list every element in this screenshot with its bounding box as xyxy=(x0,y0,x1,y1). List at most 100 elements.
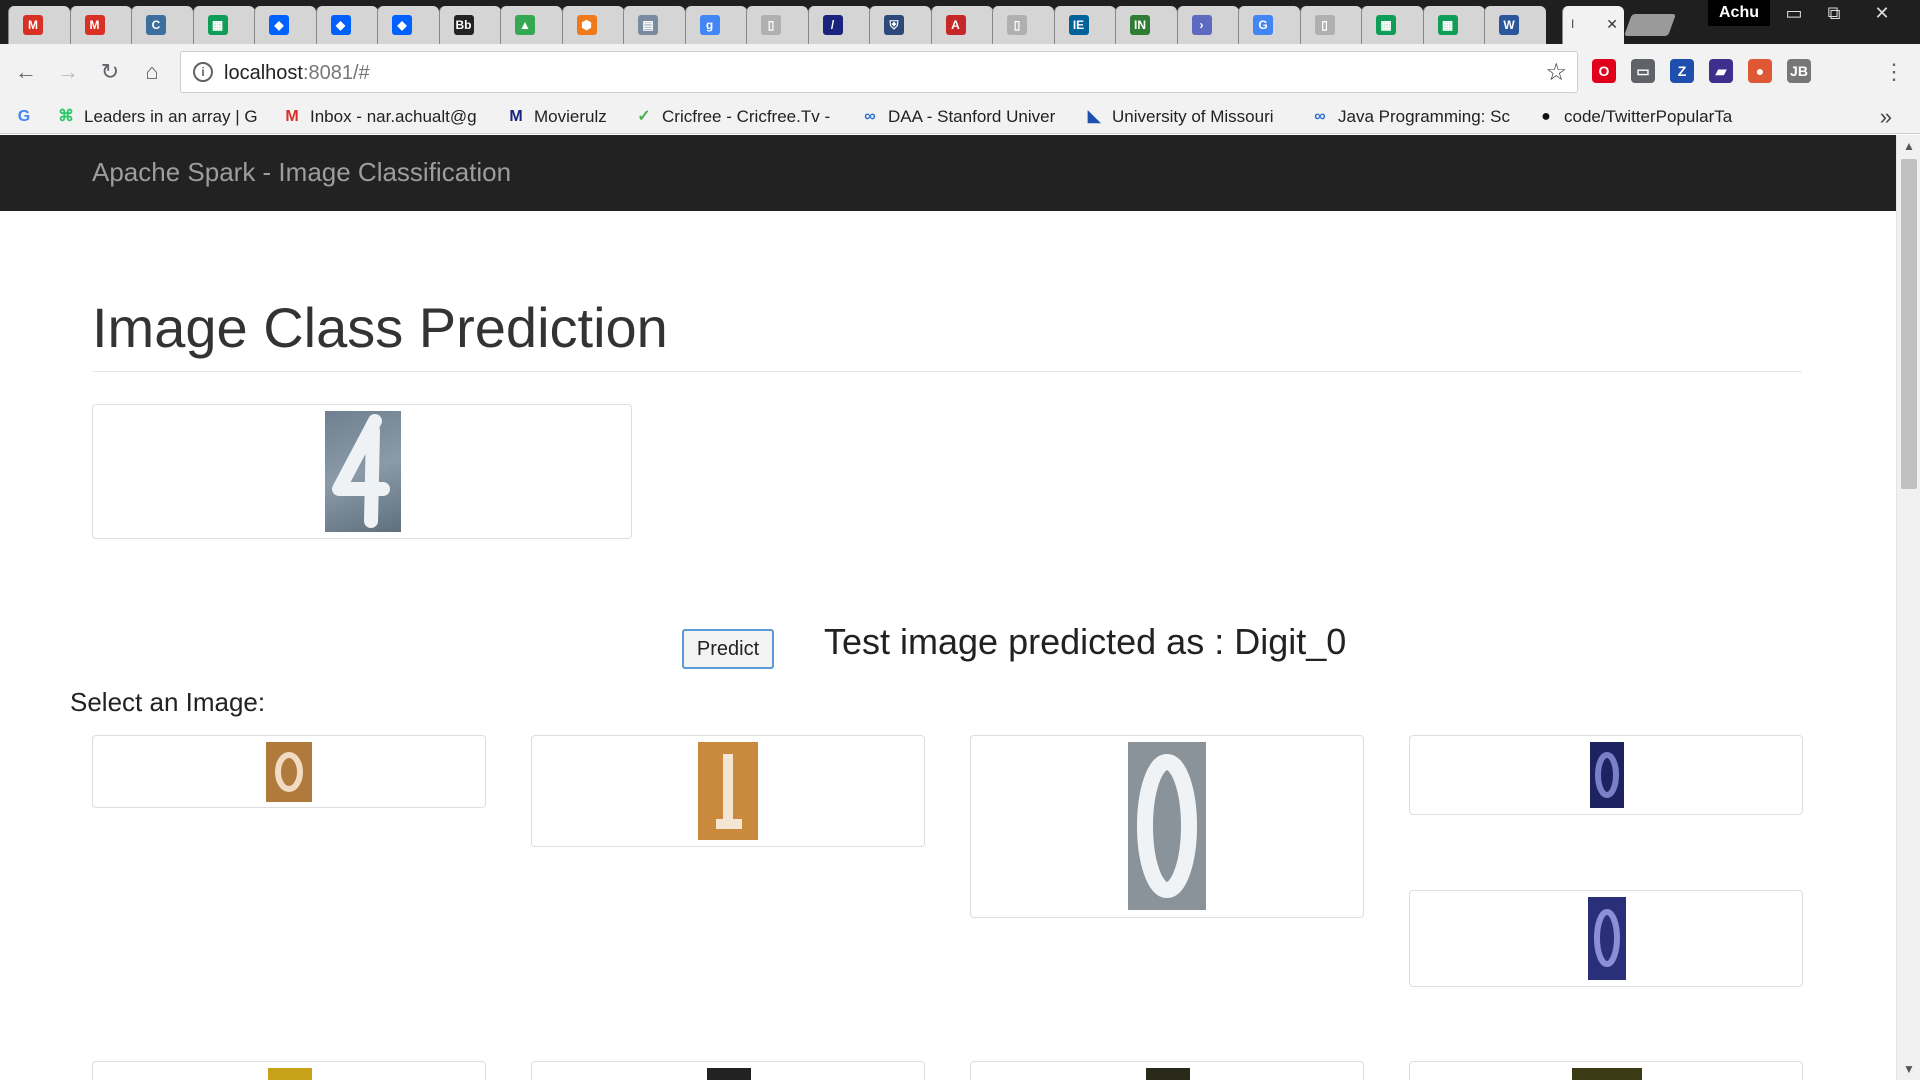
browser-tab[interactable]: ◆ xyxy=(315,6,378,44)
cast-icon[interactable]: ▭ xyxy=(1631,59,1655,83)
browser-tab[interactable]: › xyxy=(1176,6,1239,44)
browser-tab[interactable]: ▯ xyxy=(746,6,808,44)
browser-tab[interactable]: ▦ xyxy=(1422,6,1485,44)
image-option-1[interactable] xyxy=(92,735,486,808)
image-option-7[interactable] xyxy=(531,1061,925,1080)
browser-tab[interactable]: A xyxy=(930,6,993,44)
shield-icon: ⛨ xyxy=(884,15,904,35)
forward-icon[interactable]: → xyxy=(54,58,82,86)
browser-tab[interactable]: ▦ xyxy=(192,6,255,44)
github-icon: ● xyxy=(1541,108,1551,125)
browser-tab[interactable]: M xyxy=(69,6,132,44)
browser-tab[interactable]: ◆ xyxy=(254,6,316,44)
browser-toolbar: ← → ↻ ⌂ i localhost:8081/# ☆ O ▭ Z ▰ ● JB ⋮ xyxy=(0,44,1920,100)
thumbnail-image xyxy=(698,742,758,840)
bookmark-item[interactable]: ● code/TwitterPopularTa xyxy=(1536,100,1751,134)
blank-page-icon: ▯ xyxy=(1314,15,1335,35)
dropbox-icon: ◆ xyxy=(392,15,412,35)
bookmark-item[interactable]: ✓ Cricfree - Cricfree.Tv - xyxy=(634,100,844,134)
image-option-8[interactable] xyxy=(970,1061,1364,1080)
sheets-icon: ▦ xyxy=(1437,15,1458,35)
browser-tab[interactable]: / xyxy=(807,6,870,44)
image-option-9[interactable] xyxy=(1409,1061,1803,1080)
browser-tab[interactable]: ◆ xyxy=(377,6,439,44)
opera-icon[interactable]: O xyxy=(1592,59,1616,83)
blank-page-icon: ▯ xyxy=(761,15,781,35)
thumbnail-image xyxy=(1588,897,1626,980)
reload-icon[interactable]: ↻ xyxy=(96,58,124,86)
browser-tab[interactable]: M xyxy=(8,6,70,44)
ieee-icon: IE xyxy=(1068,15,1089,35)
university-icon: ◣ xyxy=(1087,108,1101,125)
browser-tab[interactable]: ▯ xyxy=(1299,6,1362,44)
image-option-3[interactable] xyxy=(970,735,1364,918)
browser-tab[interactable]: ⛨ xyxy=(869,6,931,44)
site-info-icon[interactable]: i xyxy=(193,62,213,82)
coursera-icon: ∞ xyxy=(864,108,876,125)
dropbox-icon: ◆ xyxy=(330,15,351,35)
bookmark-label: code/TwitterPopularTa xyxy=(1564,107,1733,126)
browser-tab[interactable]: ▦ xyxy=(1361,6,1423,44)
browser-tab[interactable]: W xyxy=(1484,6,1546,44)
browser-tab[interactable]: ⬢ xyxy=(561,6,624,44)
address-bar[interactable]: i localhost:8081/# ☆ xyxy=(180,51,1578,93)
bookmark-label: Movierulz xyxy=(534,107,607,126)
browser-tab[interactable]: IE xyxy=(1053,6,1116,44)
zotero-icon[interactable]: Z xyxy=(1670,59,1694,83)
arrow-icon: › xyxy=(1191,15,1212,35)
page-icon: ▤ xyxy=(638,15,658,35)
image-option-6[interactable] xyxy=(92,1061,486,1080)
scroll-up-icon[interactable]: ▲ xyxy=(1897,135,1920,157)
select-image-label: Select an Image: xyxy=(70,687,266,717)
browser-tab[interactable]: IN xyxy=(1115,6,1177,44)
bookmark-label: Java Programming: Sc xyxy=(1338,107,1510,126)
jb-icon[interactable]: JB xyxy=(1787,59,1811,83)
pdf-icon: A xyxy=(945,15,966,35)
page-scrollbar[interactable]: ▲ ▼ xyxy=(1896,135,1920,1080)
minimize-icon[interactable]: ▭ xyxy=(1774,0,1814,26)
bookmark-label: DAA - Stanford Univer xyxy=(888,107,1056,126)
bookmark-item[interactable]: ∞ Java Programming: Sc xyxy=(1310,100,1520,134)
browser-tab-strip: M M C ▦ ◆ ◆ ◆ Bb ▲ ⬢ ▤ g ▯ / ⛨ A ▯ IE IN › G ▯ ▦ ▦ W I ✕ Achu ▭ … xyxy=(0,0,1920,44)
browser-tab[interactable]: Bb xyxy=(438,6,501,44)
bookmark-item[interactable]: ∞ DAA - Stanford Univer xyxy=(860,100,1070,134)
bookmark-item[interactable]: ◣ University of Missouri xyxy=(1084,100,1294,134)
browser-tab[interactable]: ▤ xyxy=(623,6,685,44)
dropbox-icon: ◆ xyxy=(269,15,289,35)
scroll-down-icon[interactable]: ▼ xyxy=(1897,1058,1920,1080)
bookmark-item[interactable]: M Movierulz xyxy=(506,100,626,134)
drive-icon: ▲ xyxy=(515,15,535,35)
bookmark-label: Inbox - nar.achualt@g xyxy=(310,107,477,126)
bookmark-item[interactable]: M Inbox - nar.achualt@g xyxy=(282,100,492,134)
browser-tab[interactable]: G xyxy=(1238,6,1300,44)
image-option-2[interactable] xyxy=(531,735,925,847)
restore-icon[interactable]: ⧉ xyxy=(1814,0,1854,26)
image-option-5[interactable] xyxy=(1409,890,1803,987)
back-icon[interactable]: ← xyxy=(12,58,40,86)
browser-tab[interactable]: ▯ xyxy=(992,6,1054,44)
tab-active[interactable]: I ✕ xyxy=(1562,6,1624,44)
duckduckgo-icon[interactable]: ● xyxy=(1748,59,1772,83)
bookmark-item[interactable]: G xyxy=(14,100,44,134)
bookmark-item[interactable]: ⌘ Leaders in an array | G xyxy=(56,100,266,134)
thumbnail-image xyxy=(707,1068,751,1080)
close-tab-icon[interactable]: ✕ xyxy=(1606,16,1618,33)
browser-tab[interactable]: g xyxy=(684,6,747,44)
profile-button[interactable]: Achu xyxy=(1708,0,1770,26)
close-window-icon[interactable]: ✕ xyxy=(1862,0,1902,26)
navbar-brand[interactable]: Apache Spark - Image Classification xyxy=(92,157,511,188)
browser-tab[interactable]: ▲ xyxy=(500,6,562,44)
predict-button[interactable]: Predict xyxy=(682,629,774,669)
more-bookmarks-icon[interactable]: » xyxy=(1880,104,1892,130)
new-tab-button[interactable] xyxy=(1623,14,1677,36)
test-image-panel xyxy=(92,404,632,539)
scrollbar-thumb[interactable] xyxy=(1901,159,1917,489)
home-icon[interactable]: ⌂ xyxy=(138,58,166,86)
browser-tab[interactable]: C xyxy=(131,6,193,44)
movierulz-icon: M xyxy=(509,108,523,125)
reader-icon[interactable]: ▰ xyxy=(1709,59,1733,83)
bookmark-star-icon[interactable]: ☆ xyxy=(1545,58,1567,87)
menu-icon[interactable]: ⋮ xyxy=(1880,58,1908,86)
image-option-4[interactable] xyxy=(1409,735,1803,815)
prediction-result: Test image predicted as : Digit_0 xyxy=(824,621,1347,662)
